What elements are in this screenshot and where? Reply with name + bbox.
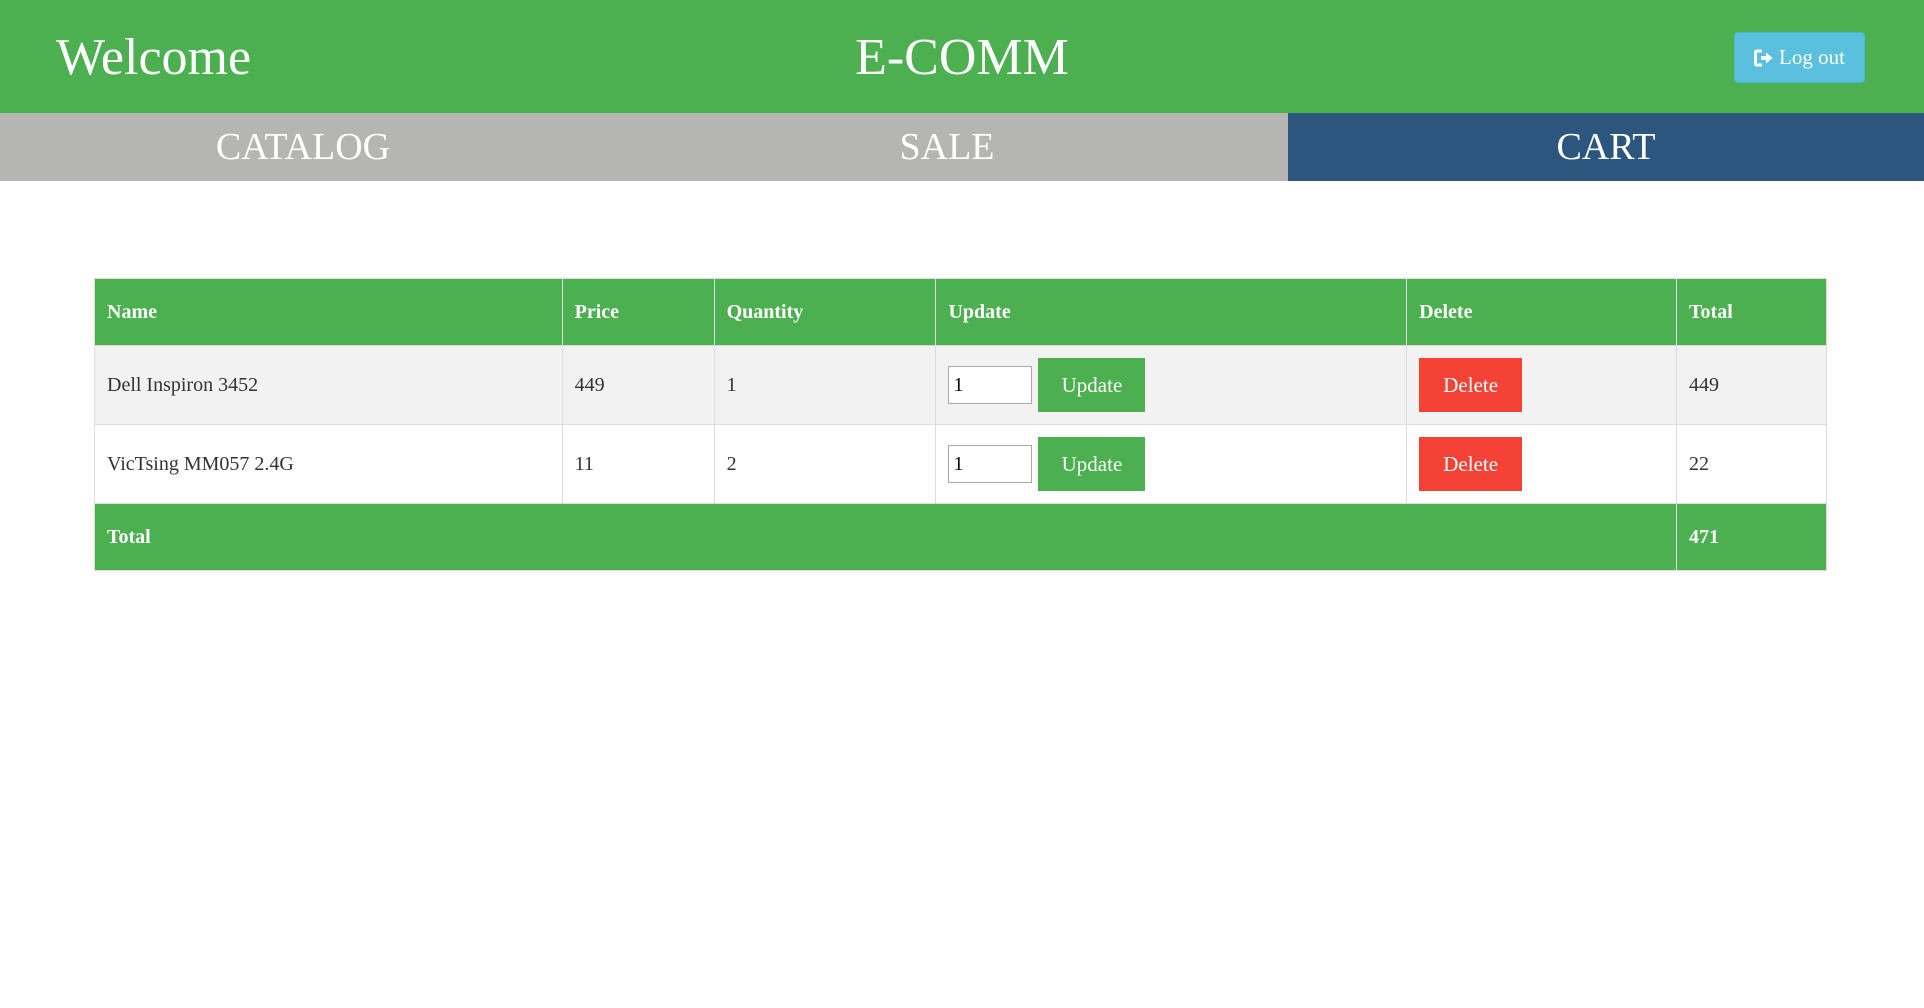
cart-table: Name Price Quantity Update Delete Total …	[93, 278, 1827, 571]
delete-cell: Delete	[1406, 345, 1678, 425]
brand-title: E-COMM	[855, 29, 1069, 86]
update-button[interactable]: Update	[1038, 437, 1146, 491]
delete-button[interactable]: Delete	[1419, 437, 1523, 491]
delete-button[interactable]: Delete	[1419, 358, 1523, 412]
item-name: VicTsing MM057 2.4G	[94, 424, 563, 504]
logout-label: Log out	[1779, 45, 1845, 69]
main-nav: CATALOG SALE CART	[0, 113, 1924, 181]
column-header-update: Update	[935, 278, 1408, 346]
column-header-total: Total	[1676, 278, 1827, 346]
table-header-row: Name Price Quantity Update Delete Total	[94, 278, 1827, 346]
column-header-delete: Delete	[1406, 278, 1678, 346]
table-row: Dell Inspiron 3452 449 1 Update Delete 4…	[94, 345, 1827, 425]
item-total: 449	[1676, 345, 1827, 425]
log-out-icon	[1754, 49, 1774, 67]
column-header-name: Name	[94, 278, 563, 346]
table-row: VicTsing MM057 2.4G 11 2 Update Delete 2…	[94, 424, 1827, 504]
table-footer-row: Total 471	[93, 503, 1827, 571]
update-cell: Update	[935, 345, 1408, 425]
header-bar: Welcome E-COMM Log out	[0, 0, 1924, 113]
item-price: 11	[561, 424, 715, 504]
nav-tab-sale[interactable]: SALE	[606, 113, 1288, 181]
item-quantity: 1	[713, 345, 937, 425]
nav-tab-catalog[interactable]: CATALOG	[0, 113, 606, 181]
quantity-input[interactable]	[948, 366, 1033, 404]
item-name: Dell Inspiron 3452	[94, 345, 563, 425]
nav-tab-cart[interactable]: CART	[1288, 113, 1924, 181]
grand-total-value: 471	[1676, 503, 1827, 571]
column-header-price: Price	[561, 278, 715, 346]
delete-cell: Delete	[1406, 424, 1678, 504]
item-total: 22	[1676, 424, 1827, 504]
quantity-input[interactable]	[948, 445, 1033, 483]
update-cell: Update	[935, 424, 1408, 504]
logout-button[interactable]: Log out	[1734, 32, 1865, 83]
column-header-quantity: Quantity	[713, 278, 937, 346]
item-price: 449	[561, 345, 715, 425]
grand-total-label: Total	[93, 503, 1678, 571]
update-button[interactable]: Update	[1038, 358, 1146, 412]
item-quantity: 2	[713, 424, 937, 504]
